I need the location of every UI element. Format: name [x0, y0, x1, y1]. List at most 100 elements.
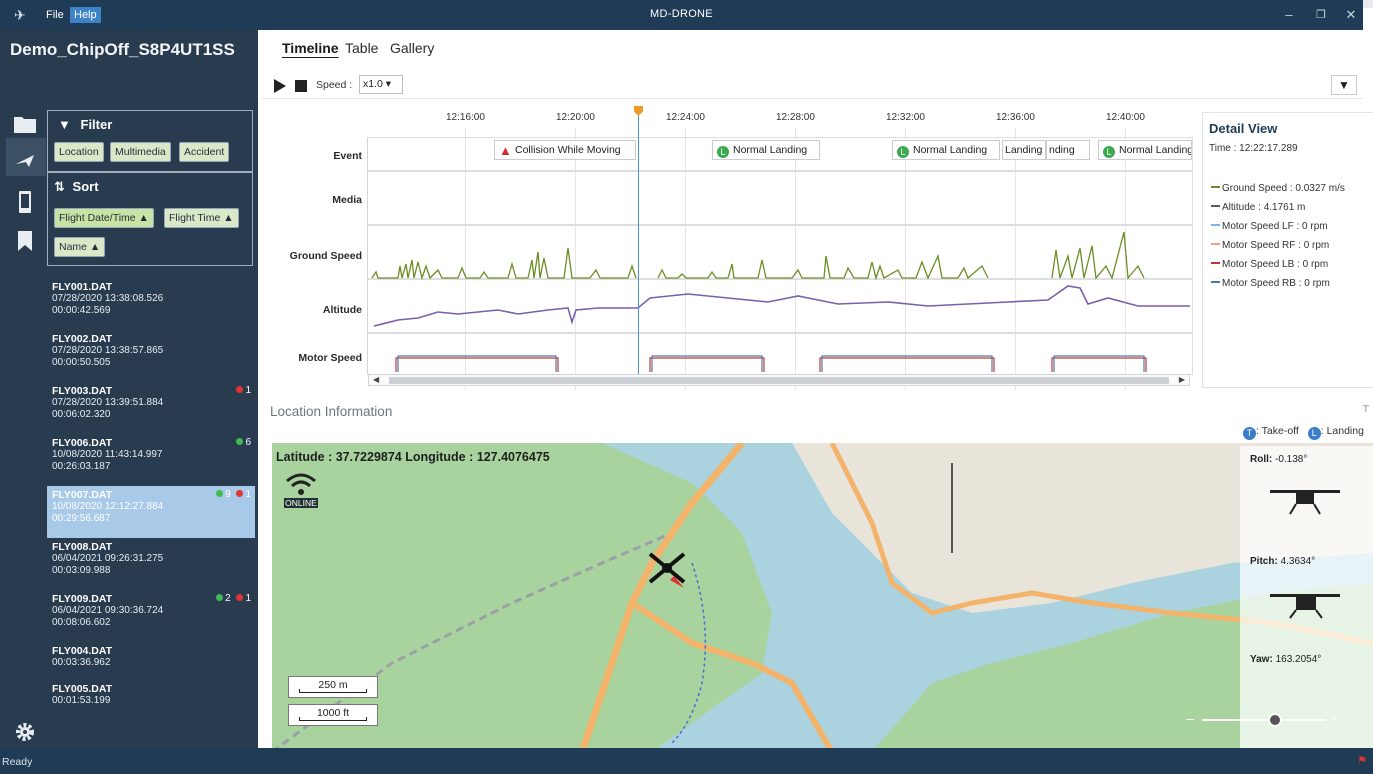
sort-panel: ⇅ Sort Flight Date/Time ▲ Flight Time ▲ …: [47, 172, 253, 266]
file-duration: 00:26:03.187: [52, 461, 111, 472]
file-duration: 00:03:36.962: [52, 657, 111, 668]
filter-chip-location[interactable]: Location: [54, 142, 104, 162]
event-landing[interactable]: nding: [1046, 140, 1090, 160]
time-tick: 12:16:00: [446, 112, 485, 123]
tab-timeline[interactable]: Timeline: [282, 40, 339, 56]
file-list-item[interactable]: FLY004.DAT 00:03:36.962: [47, 642, 255, 680]
filter-chip-multimedia[interactable]: Multimedia: [110, 142, 171, 162]
close-button[interactable]: ✕: [1340, 5, 1362, 25]
bookmark-icon[interactable]: [12, 230, 38, 256]
play-icon[interactable]: [274, 79, 286, 93]
speed-select[interactable]: x1.0 ▾: [359, 75, 403, 94]
file-name: FLY001.DAT: [52, 281, 113, 293]
event-landing[interactable]: Landing: [1002, 140, 1046, 160]
sort-chip-name[interactable]: Name ▲: [54, 237, 106, 257]
zoom-slider-track[interactable]: [1202, 719, 1326, 721]
media-row: [367, 171, 1193, 225]
folder-icon[interactable]: [12, 114, 38, 140]
stop-icon[interactable]: [295, 80, 307, 92]
pin-panel-icon[interactable]: ⊤: [1362, 404, 1370, 415]
landing-dot-icon: [216, 594, 224, 601]
file-date: 06/04/2021 09:26:31.275: [52, 553, 164, 564]
file-duration: 00:03:09.988: [52, 565, 111, 576]
timeline-playhead[interactable]: [638, 108, 639, 374]
map-terrain: [272, 443, 1373, 752]
file-list-item-selected[interactable]: FLY007.DAT 10/08/2020 12:12:27.884 00:29…: [47, 486, 255, 538]
sort-chip-flight-time[interactable]: Flight Time ▲: [164, 208, 239, 228]
project-title: Demo_ChipOff_S8P4UT1SS: [10, 40, 235, 59]
row-label-event: Event: [333, 150, 362, 162]
event-collision[interactable]: ▲ Collision While Moving: [494, 140, 636, 160]
file-list-item[interactable]: FLY002.DAT 07/28/2020 13:38:57.865 00:00…: [47, 330, 255, 382]
landing-marker-icon: L: [1307, 427, 1321, 440]
yaw-readout: Yaw: 163.2054°: [1250, 654, 1322, 665]
event-normal-landing[interactable]: L Normal Landing: [1098, 140, 1192, 160]
file-list-item[interactable]: FLY008.DAT 06/04/2021 09:26:31.275 00:03…: [47, 538, 255, 590]
wifi-icon: [286, 473, 316, 495]
altitude-trace: [373, 285, 1190, 327]
pitch-readout: Pitch: 4.3634°: [1250, 556, 1316, 567]
detail-ground-speed: Ground Speed : 0.0327 m/s: [1211, 183, 1345, 194]
gps-coordinates: Latitude : 37.7229874 Longitude : 127.40…: [276, 450, 550, 464]
roll-readout: Roll: -0.138°: [1250, 454, 1308, 465]
drone-position-icon[interactable]: [644, 548, 690, 588]
restore-button[interactable]: ❐: [1310, 5, 1332, 25]
file-date: 10/08/2020 12:12:27.884: [52, 501, 164, 512]
map-view[interactable]: [272, 443, 1373, 752]
minimize-button[interactable]: –: [1278, 5, 1300, 25]
sort-title: ⇅ Sort: [54, 179, 99, 194]
playback-toolbar: Speed : x1.0 ▾ ▼: [262, 71, 1363, 99]
pitch-drone-icon: [1270, 594, 1340, 619]
title-bar: ✈ File Help MD-DRONE – ❐ ✕: [0, 0, 1363, 30]
sort-chip-flight-date[interactable]: Flight Date/Time ▲: [54, 208, 154, 228]
filter-funnel-icon: ▼: [58, 117, 71, 132]
event-count-badge: 1: [236, 385, 251, 397]
landing-marker-icon: L: [897, 146, 909, 158]
file-list-item[interactable]: FLY005.DAT 00:01:53.199: [47, 680, 255, 718]
row-label-ground-speed: Ground Speed: [289, 250, 362, 262]
zoom-in-button[interactable]: +: [1330, 710, 1338, 726]
landing-marker-icon: L: [1103, 146, 1115, 158]
scroll-left-icon[interactable]: ◀: [373, 375, 379, 384]
tab-table[interactable]: Table: [345, 40, 378, 56]
timeline-filter-button[interactable]: ▼: [1331, 75, 1357, 95]
zoom-slider-thumb[interactable]: [1268, 713, 1282, 727]
file-name: FLY004.DAT: [52, 645, 113, 657]
detail-motor-rb: Motor Speed RB : 0 rpm: [1211, 278, 1330, 289]
timeline-scrollbar[interactable]: ◀ ▶: [368, 374, 1190, 386]
event-normal-landing[interactable]: L Normal Landing: [712, 140, 820, 160]
zoom-out-button[interactable]: –: [1186, 710, 1194, 726]
file-duration: 00:00:42.569: [52, 305, 111, 316]
status-bar: Ready ⚑: [0, 748, 1373, 774]
detail-altitude: Altitude : 4.1761 m: [1211, 202, 1305, 213]
settings-gear-icon[interactable]: [12, 722, 38, 748]
file-name: FLY005.DAT: [52, 683, 113, 695]
scale-bar-feet: 1000 ft: [288, 704, 378, 726]
time-tick: 12:32:00: [886, 112, 925, 123]
status-indicator-icon: ⚑: [1357, 755, 1367, 767]
file-list-item[interactable]: FLY003.DAT 07/28/2020 13:39:51.884 00:06…: [47, 382, 255, 434]
mobile-device-icon[interactable]: [12, 190, 38, 216]
file-list-item[interactable]: FLY006.DAT 10/08/2020 11:43:14.997 00:26…: [47, 434, 255, 486]
detail-time: Time : 12:22:17.289: [1209, 143, 1298, 154]
file-duration: 00:01:53.199: [52, 695, 111, 706]
window-title: MD-DRONE: [650, 8, 713, 20]
scrollbar-thumb[interactable]: [389, 377, 1169, 384]
landing-dot-icon: [236, 438, 244, 445]
event-count-badge: 2 1: [216, 593, 251, 605]
file-list-item[interactable]: FLY001.DAT 07/28/2020 13:38:08.526 00:00…: [47, 278, 255, 330]
file-list-item[interactable]: FLY009.DAT 06/04/2021 09:30:36.724 00:08…: [47, 590, 255, 642]
event-normal-landing[interactable]: L Normal Landing: [892, 140, 1000, 160]
filter-chip-accident[interactable]: Accident: [179, 142, 230, 162]
detail-view-title: Detail View: [1209, 121, 1278, 136]
landing-marker-icon: L: [717, 146, 729, 158]
detail-motor-rf: Motor Speed RF : 0 rpm: [1211, 240, 1329, 251]
flight-icon[interactable]: [12, 150, 38, 176]
status-text: Ready: [2, 756, 33, 768]
file-date: 10/08/2020 11:43:14.997: [52, 449, 163, 460]
scroll-right-icon[interactable]: ▶: [1179, 375, 1185, 384]
tab-gallery[interactable]: Gallery: [390, 40, 434, 56]
file-date: 06/04/2021 09:30:36.724: [52, 605, 164, 616]
detail-motor-lb: Motor Speed LB : 0 rpm: [1211, 259, 1328, 270]
detail-motor-lf: Motor Speed LF : 0 rpm: [1211, 221, 1328, 232]
